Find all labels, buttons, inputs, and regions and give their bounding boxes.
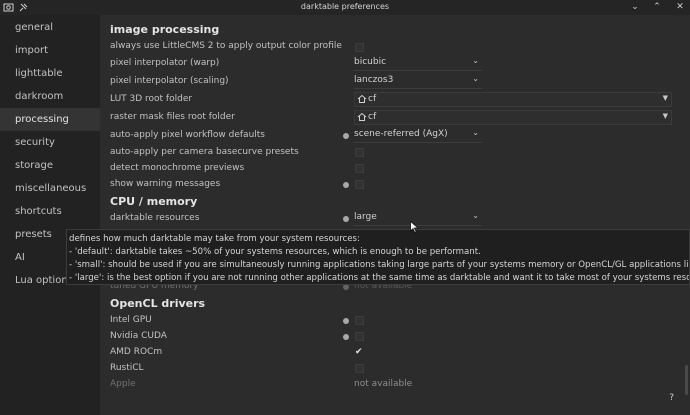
help-button[interactable]: ?	[669, 393, 674, 403]
modified-indicator-icon	[343, 133, 349, 139]
interp-warp-select[interactable]: bicubic ⌄	[354, 56, 482, 71]
rusticl-checkbox[interactable]	[355, 364, 364, 373]
nvidia-cuda-label: Nvidia CUDA	[110, 331, 167, 341]
interp-scaling-select[interactable]: lanczos3 ⌄	[354, 74, 482, 89]
lut3d-value: cf	[368, 94, 377, 104]
resources-value: large	[354, 212, 377, 222]
mouse-pointer-icon	[410, 221, 419, 233]
section-opencl: OpenCL drivers	[110, 297, 206, 310]
interp-warp-value: bicubic	[354, 57, 387, 67]
rusticl-label: RustiCL	[110, 363, 144, 373]
modified-indicator-icon	[343, 318, 349, 324]
sidebar-item-darkroom[interactable]: darkroom	[0, 85, 100, 108]
intel-gpu-label: Intel GPU	[110, 315, 152, 325]
apple-value: not available	[354, 379, 413, 389]
warnings-checkbox[interactable]	[355, 180, 364, 189]
amd-rocm-label: AMD ROCm	[110, 347, 163, 357]
chevron-down-icon: ⌄	[472, 56, 479, 65]
sidebar-item-shortcuts[interactable]: shortcuts	[0, 200, 100, 223]
lut3d-folder-chooser[interactable]: cf ▼	[354, 92, 672, 107]
sidebar-item-general[interactable]: general	[0, 16, 100, 39]
interp-scaling-value: lanczos3	[354, 75, 394, 85]
basecurve-label: auto-apply per camera basecurve presets	[110, 147, 299, 157]
workflow-value: scene-referred (AgX)	[354, 129, 448, 139]
home-icon	[357, 112, 367, 121]
sidebar-item-storage[interactable]: storage	[0, 154, 100, 177]
lut3d-label: LUT 3D root folder	[110, 94, 193, 104]
raster-mask-folder-chooser[interactable]: cf ▼	[354, 110, 672, 125]
window-title: darktable preferences	[300, 2, 390, 11]
nvidia-cuda-checkbox[interactable]	[355, 332, 364, 341]
section-cpu-memory: CPU / memory	[110, 195, 198, 208]
modified-indicator-icon	[343, 182, 349, 188]
basecurve-checkbox[interactable]	[355, 148, 364, 157]
sidebar-item-security[interactable]: security	[0, 131, 100, 154]
modified-indicator-icon	[343, 334, 349, 340]
apple-label: Apple	[110, 379, 136, 389]
resources-tooltip: defines how much darktable may take from…	[66, 229, 690, 285]
sidebar-item-lighttable[interactable]: lighttable	[0, 62, 100, 85]
settings-panel: image processing always use LittleCMS 2 …	[100, 15, 690, 415]
raster-mask-value: cf	[368, 112, 377, 122]
chevron-down-icon: ⌄	[472, 74, 479, 83]
littlecms-label: always use LittleCMS 2 to apply output c…	[110, 41, 342, 51]
chevron-down-icon: ⌄	[472, 211, 479, 220]
caret-down-icon: ▼	[662, 94, 668, 102]
intel-gpu-checkbox[interactable]	[355, 316, 364, 325]
chevron-down-icon[interactable]: ⌄	[628, 1, 642, 13]
interp-warp-label: pixel interpolator (warp)	[110, 58, 220, 68]
sidebar-item-import[interactable]: import	[0, 39, 100, 62]
tooltip-line: defines how much darktable may take from…	[69, 234, 360, 244]
home-icon	[357, 94, 367, 103]
caret-down-icon: ▼	[662, 112, 668, 120]
monochrome-label: detect monochrome previews	[110, 163, 245, 173]
tooltip-line: - 'small': should be used if you are sim…	[69, 260, 689, 270]
section-image-processing: image processing	[110, 23, 220, 36]
monochrome-checkbox[interactable]	[355, 164, 364, 173]
resources-label: darktable resources	[110, 213, 200, 223]
raster-mask-label: raster mask files root folder	[110, 112, 235, 122]
interp-scaling-label: pixel interpolator (scaling)	[110, 76, 229, 86]
modified-indicator-icon	[343, 216, 349, 222]
close-icon[interactable]: ✕	[673, 1, 687, 13]
scrollbar[interactable]	[685, 365, 688, 395]
title-bar: darktable preferences ⌄ ⌃ ✕	[0, 0, 690, 15]
amd-rocm-checkbox[interactable]: ✔	[355, 347, 365, 357]
chevron-up-icon[interactable]: ⌃	[650, 1, 664, 13]
workflow-label: auto-apply pixel workflow defaults	[110, 130, 265, 140]
workflow-select[interactable]: scene-referred (AgX) ⌄	[354, 128, 482, 143]
chevron-down-icon: ⌄	[472, 128, 479, 137]
tooltip-line: - 'large': is the best option if you are…	[69, 273, 689, 283]
littlecms-checkbox[interactable]	[355, 43, 364, 52]
sidebar-item-processing[interactable]: processing	[0, 108, 100, 131]
sidebar: general import lighttable darkroom proce…	[0, 15, 100, 415]
sidebar-item-miscellaneous[interactable]: miscellaneous	[0, 177, 100, 200]
warnings-label: show warning messages	[110, 179, 221, 189]
tooltip-line: - 'default': darktable takes ~50% of you…	[69, 247, 481, 257]
